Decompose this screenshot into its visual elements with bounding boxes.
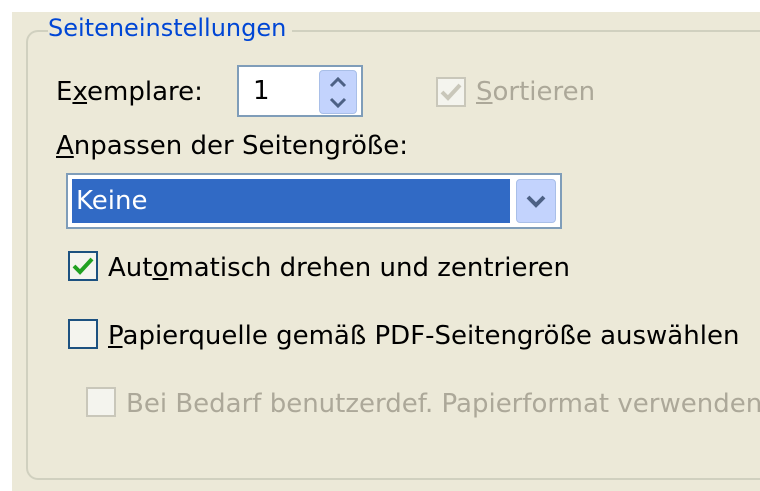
page-scaling-selected[interactable]: Keine: [72, 179, 510, 223]
paper-source-label: Papierquelle gemäß PDF-Seitengröße auswä…: [108, 321, 740, 351]
copies-spinner[interactable]: 1: [237, 65, 363, 117]
custom-paper-checkbox[interactable]: [86, 387, 116, 417]
checkmark-icon: [440, 83, 462, 101]
checkmark-icon: [72, 257, 94, 275]
spin-up-button[interactable]: [320, 71, 356, 92]
auto-rotate-checkbox[interactable]: [68, 251, 98, 281]
paper-source-checkbox[interactable]: [68, 319, 98, 349]
copies-value[interactable]: 1: [253, 75, 270, 107]
spin-down-button[interactable]: [320, 92, 356, 113]
page-scaling-label: Anpassen der Seitengröße:: [56, 131, 409, 161]
chevron-down-icon: [329, 97, 347, 108]
collate-checkbox[interactable]: [436, 77, 466, 107]
page-scaling-dropdown[interactable]: Keine: [66, 173, 562, 229]
spinner-buttons: [319, 70, 357, 114]
group-title: Seiteneinstellungen: [48, 12, 293, 44]
chevron-up-icon: [329, 76, 347, 87]
dropdown-button[interactable]: [516, 179, 556, 223]
chevron-down-icon: [526, 195, 546, 208]
copies-label: Exemplare:: [56, 77, 203, 107]
custom-paper-label: Bei Bedarf benutzerdef. Papierformat ver…: [126, 389, 760, 419]
auto-rotate-label: Automatisch drehen und zentrieren: [108, 253, 571, 283]
collate-label: Sortieren: [476, 77, 596, 107]
